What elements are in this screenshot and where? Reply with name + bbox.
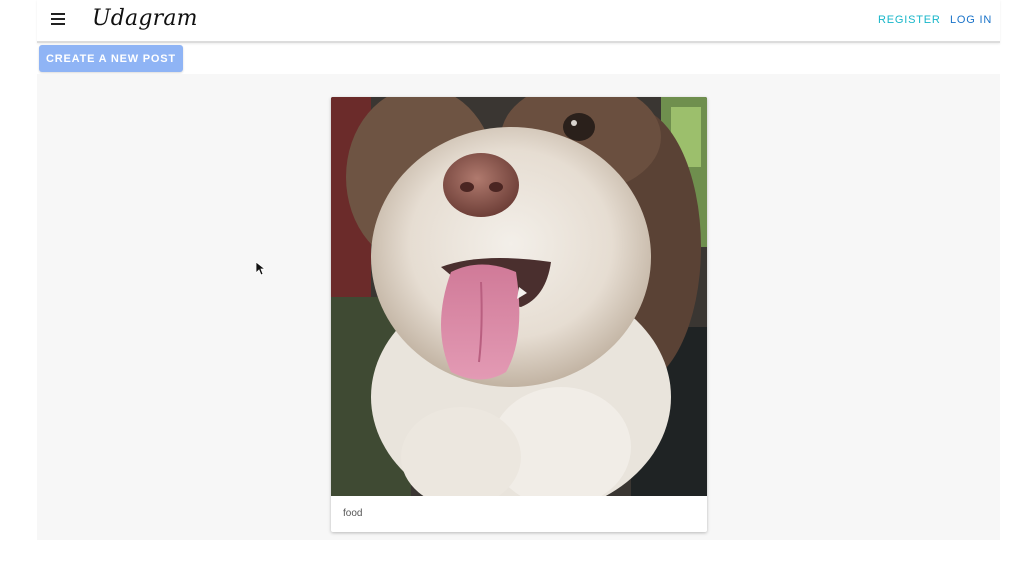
create-post-button[interactable]: CREATE A NEW POST [39, 45, 183, 72]
hamburger-menu-icon[interactable] [51, 11, 67, 27]
app-brand[interactable]: Udagram [92, 6, 198, 31]
mouse-cursor-icon [256, 262, 266, 276]
post-card: food [331, 97, 707, 532]
post-caption: food [343, 508, 363, 519]
login-link[interactable]: LOG IN [950, 14, 992, 26]
feed-area: food [37, 74, 1000, 540]
top-toolbar: Udagram REGISTER LOG IN [37, 0, 1000, 43]
register-link[interactable]: REGISTER [878, 14, 941, 26]
post-photo [331, 97, 707, 496]
